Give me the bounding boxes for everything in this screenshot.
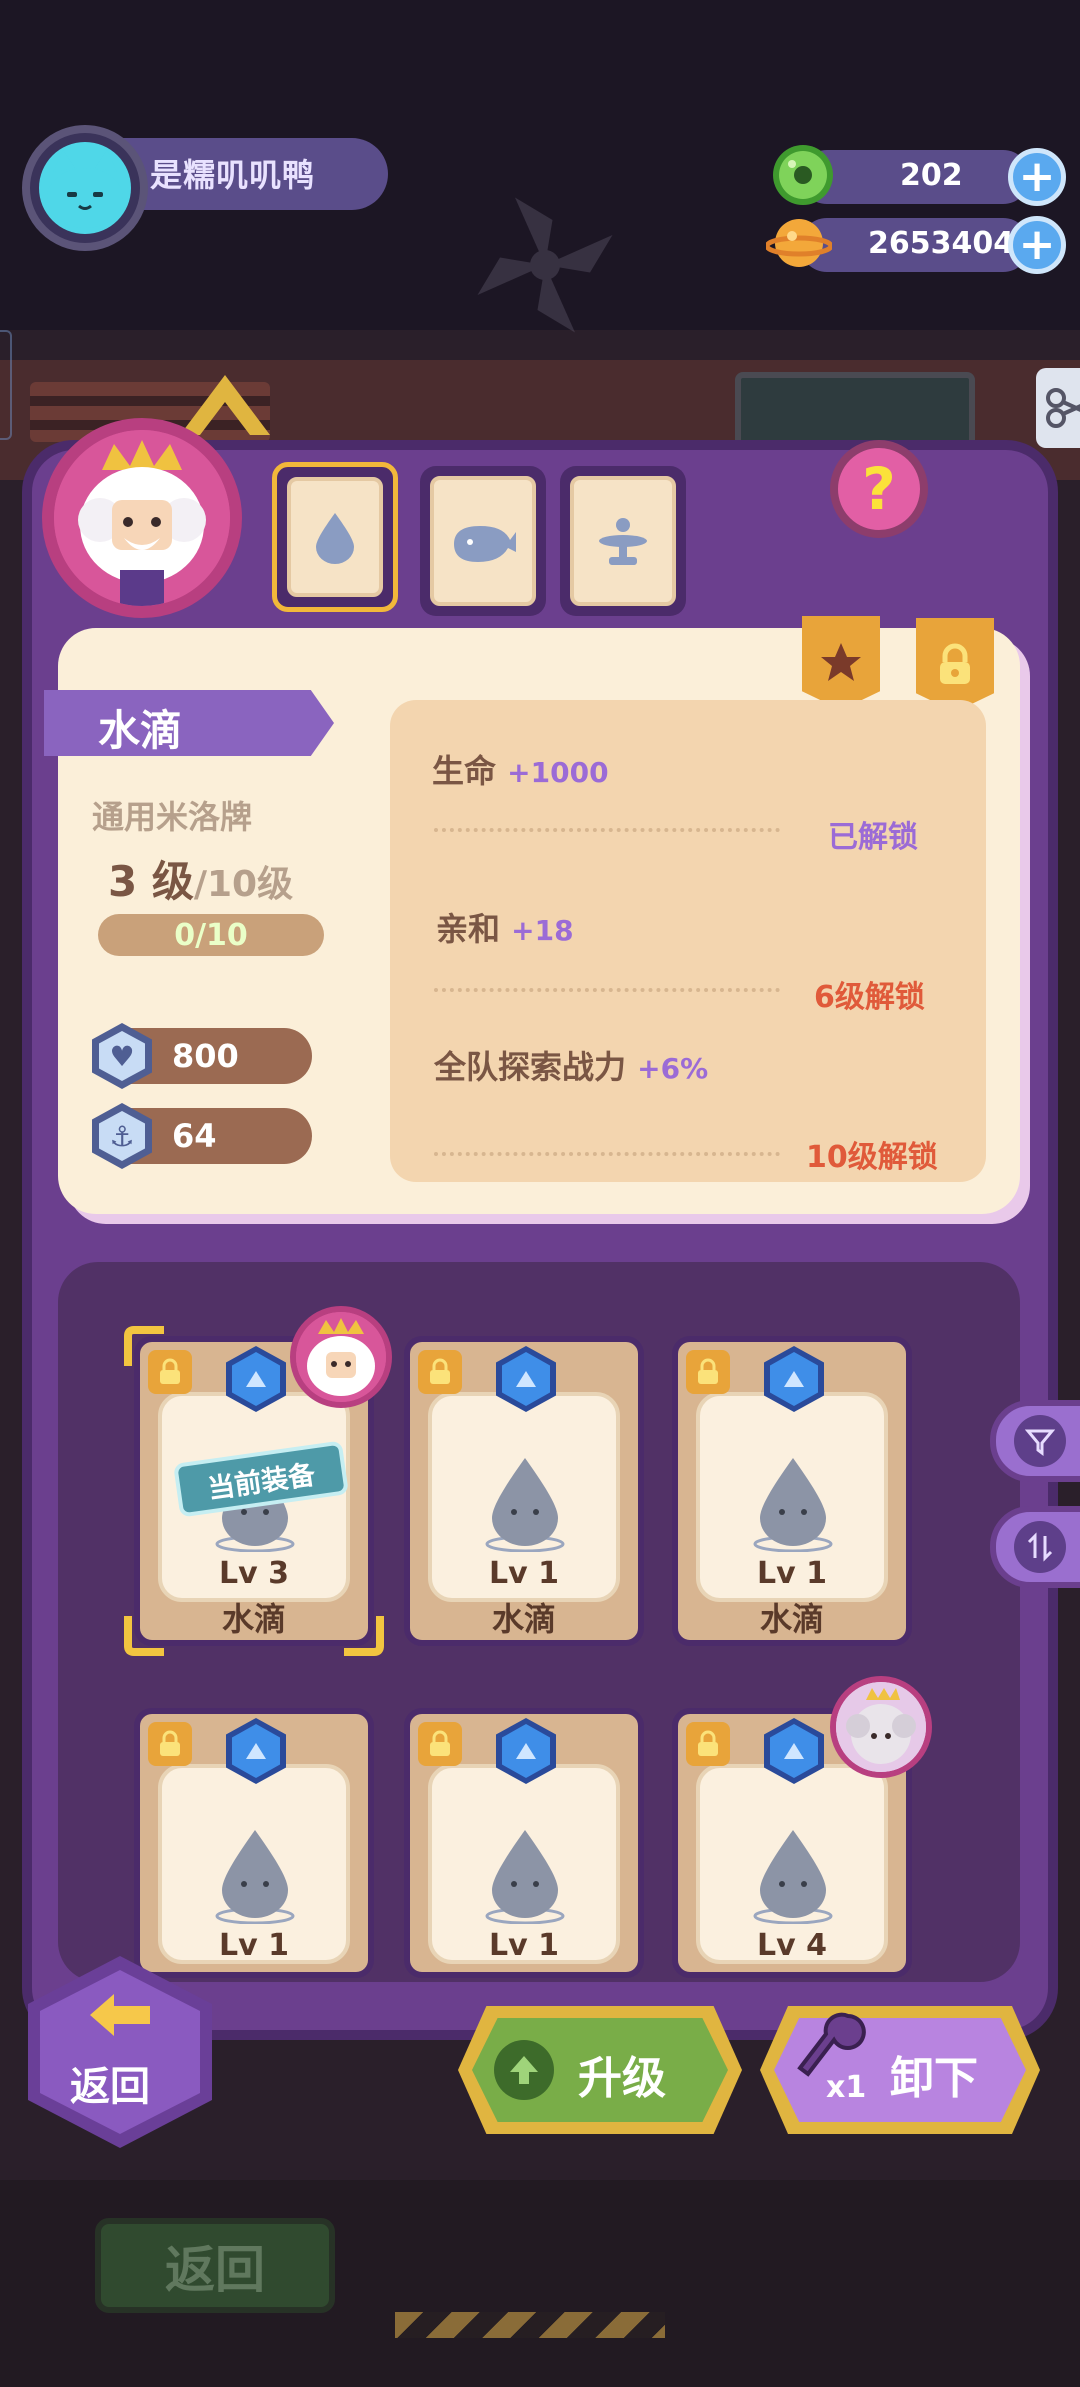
- water-drop-icon: [485, 1830, 565, 1924]
- favorite-badge[interactable]: [802, 616, 880, 710]
- card-level-value: 1: [806, 1556, 827, 1591]
- card-name: 水滴: [759, 1600, 824, 1638]
- fountain-icon: [599, 518, 647, 565]
- card-level-label: Lv: [757, 1928, 796, 1963]
- item-level-current: 3 级: [108, 857, 194, 906]
- attribute-name: 亲和 +18: [436, 904, 574, 950]
- card-level-label: Lv: [489, 1556, 528, 1591]
- card-level-value: 1: [268, 1928, 289, 1963]
- sheep-character-icon: [836, 1682, 926, 1772]
- filter-icon: [1014, 1415, 1066, 1467]
- card-level-value: 4: [806, 1928, 827, 1963]
- king-character-icon: [54, 430, 230, 606]
- star-icon: [821, 643, 861, 681]
- card-name: 水滴: [491, 1600, 556, 1638]
- back-arrow-icon: [90, 1994, 150, 2036]
- attribute-divider: [434, 988, 780, 992]
- background-hazard-stripe: [395, 2312, 665, 2338]
- background-back-button: 返回: [95, 2218, 335, 2313]
- selected-card-frame: [124, 1326, 384, 1656]
- card-level-label: Lv: [489, 1928, 528, 1963]
- equipped-character-avatar: [830, 1676, 932, 1778]
- water-drop-icon: [215, 1830, 295, 1924]
- water-drop-icon: [316, 513, 354, 564]
- card-item[interactable]: Lv 1 水滴: [672, 1336, 912, 1646]
- sort-button[interactable]: [990, 1506, 1080, 1588]
- up-arrow-icon: [494, 2040, 554, 2100]
- unequip-label: 卸下: [890, 2053, 978, 2104]
- character-avatar[interactable]: [42, 418, 242, 618]
- attribute-status: 已解锁: [828, 820, 918, 855]
- item-level: 3 级/10级: [108, 848, 293, 909]
- card-item[interactable]: Lv 1 水滴: [404, 1336, 644, 1646]
- upgrade-label: 升级: [578, 2053, 666, 2104]
- lock-icon: [418, 1350, 462, 1394]
- card-level-value: 1: [538, 1928, 559, 1963]
- back-label: 返回: [70, 2064, 150, 2110]
- lock-badge[interactable]: [916, 618, 994, 712]
- lock-icon: [686, 1350, 730, 1394]
- water-drop-icon: [753, 1458, 833, 1552]
- planet-coin-icon: [766, 219, 832, 267]
- card-level: Lv 4: [678, 1928, 906, 1963]
- tab-whale[interactable]: [420, 466, 546, 616]
- attribute-name: 全队探索战力 +6%: [434, 1042, 708, 1088]
- left-edge-handle: [0, 330, 12, 440]
- sort-icon: [1014, 1521, 1066, 1573]
- add-coins-button[interactable]: +: [1008, 216, 1066, 274]
- attribute-label: 亲和: [436, 910, 501, 948]
- donut-gem-icon: [773, 145, 833, 205]
- lock-icon: [940, 643, 970, 684]
- card-level-label: Lv: [757, 1556, 796, 1591]
- item-name-ribbon: [44, 690, 334, 756]
- card-level: Lv 1: [140, 1928, 368, 1963]
- attribute-divider: [434, 1152, 780, 1156]
- attribute-bonus: +6%: [637, 1052, 709, 1085]
- card-item[interactable]: Lv 1: [404, 1708, 644, 1978]
- card-level-value: 1: [538, 1556, 559, 1591]
- unequip-count: x1: [826, 2070, 867, 2105]
- tab-water-drop[interactable]: [272, 462, 398, 612]
- attribute-status: 6级解锁: [814, 980, 925, 1015]
- lock-icon: [686, 1722, 730, 1766]
- attribute-label: 生命: [432, 752, 497, 790]
- coin-count: 2653404: [868, 226, 1015, 261]
- card-level-label: Lv: [219, 1928, 258, 1963]
- cat-face-icon: [39, 142, 131, 234]
- water-drop-icon: [485, 1458, 565, 1552]
- lock-icon: [418, 1722, 462, 1766]
- add-gems-button[interactable]: +: [1008, 148, 1066, 206]
- help-button[interactable]: ?: [830, 440, 928, 538]
- tab-fountain[interactable]: [560, 466, 686, 616]
- card-level: Lv 1: [410, 1928, 638, 1963]
- background-fan-icon: [477, 197, 613, 333]
- player-avatar[interactable]: [22, 125, 148, 251]
- filter-button[interactable]: [990, 1400, 1080, 1482]
- attribute-label: 全队探索战力: [434, 1048, 627, 1086]
- exp-bar: 0/10: [98, 914, 324, 956]
- item-name: 水滴: [98, 706, 183, 755]
- share-tab[interactable]: [1036, 368, 1080, 448]
- attribute-bonus: +18: [511, 914, 574, 947]
- scissors-icon: [1046, 388, 1080, 428]
- card-level: Lv 1: [410, 1556, 638, 1591]
- water-drop-icon: [753, 1830, 833, 1924]
- attribute-name: 生命 +1000: [432, 746, 609, 792]
- whale-icon: [454, 526, 516, 562]
- lock-icon: [148, 1722, 192, 1766]
- player-name: 是糯叽叽鸭: [150, 156, 316, 194]
- item-type: 通用米洛牌: [92, 798, 253, 836]
- attribute-bonus: +1000: [507, 756, 609, 789]
- item-level-max: /10级: [193, 864, 294, 905]
- card-item[interactable]: Lv 1: [134, 1708, 374, 1978]
- gem-count: 202: [900, 158, 963, 193]
- attribute-status: 10级解锁: [806, 1140, 938, 1175]
- attribute-divider: [434, 828, 780, 832]
- card-level: Lv 1: [678, 1556, 906, 1591]
